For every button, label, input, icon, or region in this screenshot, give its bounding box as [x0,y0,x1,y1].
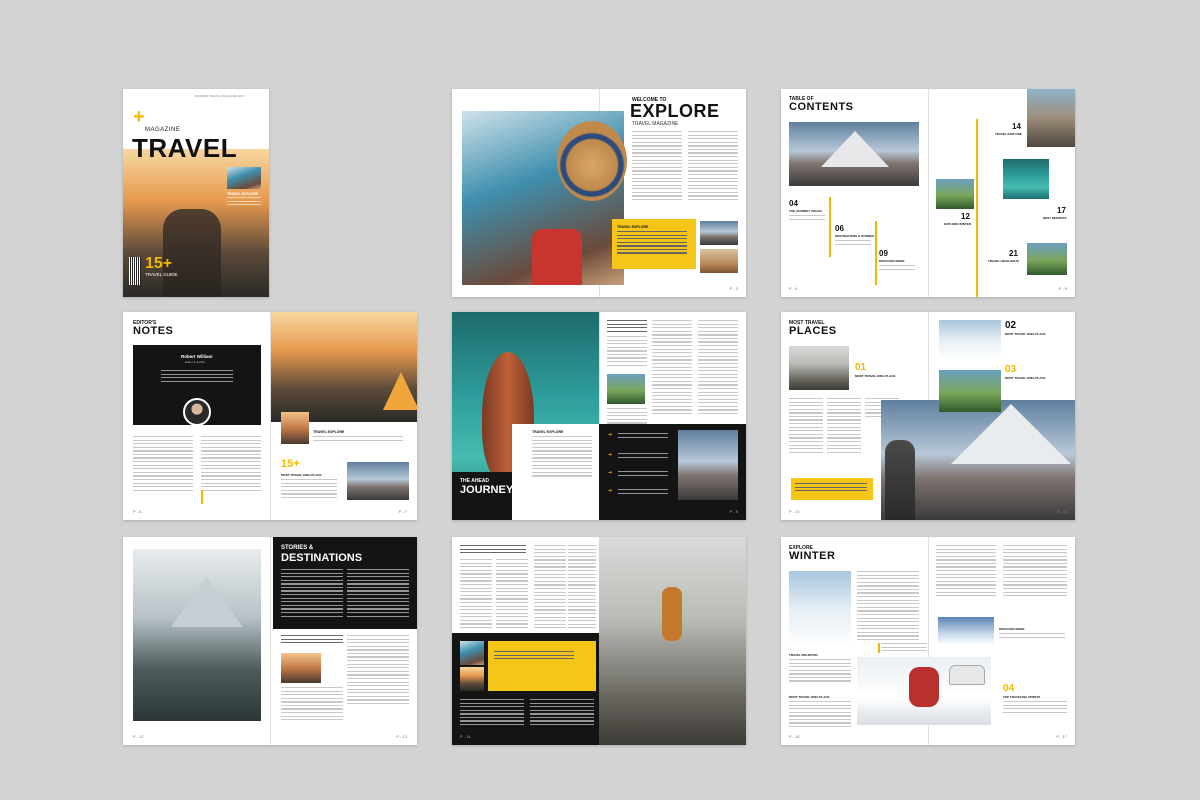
hiker-figure [885,440,915,520]
stories-photo-forest [133,549,261,721]
winter-photo-1 [789,571,851,647]
places-thumb-2 [939,320,1001,360]
cover-page[interactable]: MODERN TRAVEL MAGAZINE 2017 + MAGAZINE T… [123,89,269,297]
welcome-box-label: TRAVEL EXPLORE [617,225,649,229]
adventure-spread[interactable]: P - 14 [452,537,746,745]
toc-label-12: EXPLORE WINTER [944,222,972,226]
winter-label-1: TRAVEL MOUNTAIN [789,653,818,657]
welcome-spread[interactable]: WELCOME TO EXPLORE TRAVEL MAGAZINE TRAVE… [452,89,746,297]
places-num-02: 02 [1005,320,1017,331]
editor-thumb-2 [347,462,409,500]
toc-num-14[interactable]: 14 [1012,122,1021,131]
cover-feature-label: TRAVEL EXPLORE [227,192,259,196]
arrow-icon-1: ➔ [608,432,613,438]
arrow-icon-3: ➔ [608,470,613,476]
places-spread[interactable]: MOST TRAVEL PLACES 01 MOST TRAVEL KING P… [781,312,1075,520]
toc-photo-group [1027,89,1075,147]
welcome-title: EXPLORE [630,101,720,121]
avatar [183,398,211,426]
hat-shape [557,121,627,201]
toc-label-06: DESTINATIONS & STORIES [835,234,875,238]
places-label-01: MOST TRAVEL KING PLACE [855,374,896,378]
editor-spread[interactable]: EDITOR'S NOTES Robert William Editor & A… [123,312,417,520]
cover-thumb [227,167,261,189]
cover-count: 15+ [145,255,173,272]
toc-label-21: TRAVEL HIGHLIGHTS [988,259,1020,263]
stories-thumb [281,653,321,683]
toc-num-12[interactable]: 12 [961,212,970,221]
journey-photo-mountain [678,430,738,500]
cover-guide: TRAVEL GUIDE [145,272,178,277]
adventure-thumb-2 [460,667,484,691]
winter-label-3: DISCOVER MORE [999,627,1025,631]
welcome-thumb-2 [700,249,738,273]
toc-num-09[interactable]: 09 [879,249,888,258]
journey-title-bottom: JOURNEY [460,484,514,496]
toc-label-04: THE JOURNEY AHEAD [789,209,822,213]
editor-title-bottom: NOTES [133,325,174,337]
toc-thumb-b [1027,243,1067,275]
toc-label-17: BEST RESORTS [1043,216,1067,220]
welcome-subtitle: TRAVEL MAGAZINE [632,121,679,127]
journey-thumb [607,374,645,404]
winter-spread[interactable]: EXPLORE WINTER TRAVEL MOUNTAIN MOST TRAV… [781,537,1075,745]
backpack-shape [532,229,582,285]
toc-num-06[interactable]: 06 [835,224,844,233]
places-label-03: MOST TRAVEL KING PLACE [1005,376,1046,380]
arrow-icon-2: ➔ [608,452,613,458]
toc-thumb-a [936,179,974,209]
stories-title-top: STORIES & [281,545,314,551]
arrow-icon-4: ➔ [608,488,613,494]
jumper-figure [662,587,682,641]
toc-photo-lake [1003,159,1049,199]
winter-thumb [938,617,994,645]
toc-num-21[interactable]: 21 [1009,249,1018,258]
winter-title-bottom: WINTER [789,550,836,562]
campers-figure [909,667,939,707]
adventure-photo-jump [599,537,746,745]
editor-count: 15+ [281,458,300,470]
editor-name: Robert William [181,354,213,359]
stories-spread[interactable]: STORIES & DESTINATIONS P - 12 P - 13 [123,537,417,745]
winter-label-2: MOST TRAVEL KING PLACE [789,695,830,699]
toc-label-14: TRAVEL EXPLORE [995,132,1022,136]
car-shape [949,665,985,685]
journey-spread[interactable]: THE AHEAD JOURNEY TRAVEL EXPLORE ➔ ➔ ➔ ➔… [452,312,746,520]
editor-role: Editor & Author [185,360,206,364]
stories-title-bottom: DESTINATIONS [281,552,363,564]
editor-count-label: MOST TRAVEL KING PLACE [281,473,322,477]
places-label-02: MOST TRAVEL KING PLACE [1005,332,1046,336]
journey-label: TRAVEL EXPLORE [532,430,564,434]
couple-silhouette [163,209,221,297]
places-num-01: 01 [855,362,867,373]
barcode [129,257,141,285]
places-title-bottom: PLACES [789,325,837,337]
places-thumb-3 [939,370,1001,412]
forest-peak [171,577,243,627]
winter-label-4: TOP TRAVELING SPORTS [1003,695,1041,699]
plus-icon: + [133,106,145,128]
places-num-03: 03 [1005,364,1017,375]
adventure-yellow-box [488,641,596,691]
cover-top-label: MODERN TRAVEL MAGAZINE 2017 [195,94,245,98]
editor-label: TRAVEL EXPLORE [313,430,345,434]
places-thumb-1 [789,346,849,390]
adventure-thumb-1 [460,641,484,665]
winter-num-04: 04 [1003,683,1015,694]
toc-label-09: DISCOVER MORE [879,259,905,263]
toc-num-04[interactable]: 04 [789,199,798,208]
toc-num-17[interactable]: 17 [1057,206,1066,215]
fuji-peak [821,131,889,167]
tent-shape [383,372,417,410]
mountain-peak [951,404,1071,464]
welcome-thumb-1 [700,221,738,245]
toc-title-bottom: CONTENTS [789,101,854,113]
cover-title: TRAVEL [132,133,238,163]
editor-thumb-1 [281,412,309,444]
toc-spread[interactable]: TABLE OF CONTENTS 04 THE JOURNEY AHEAD 0… [781,89,1075,297]
